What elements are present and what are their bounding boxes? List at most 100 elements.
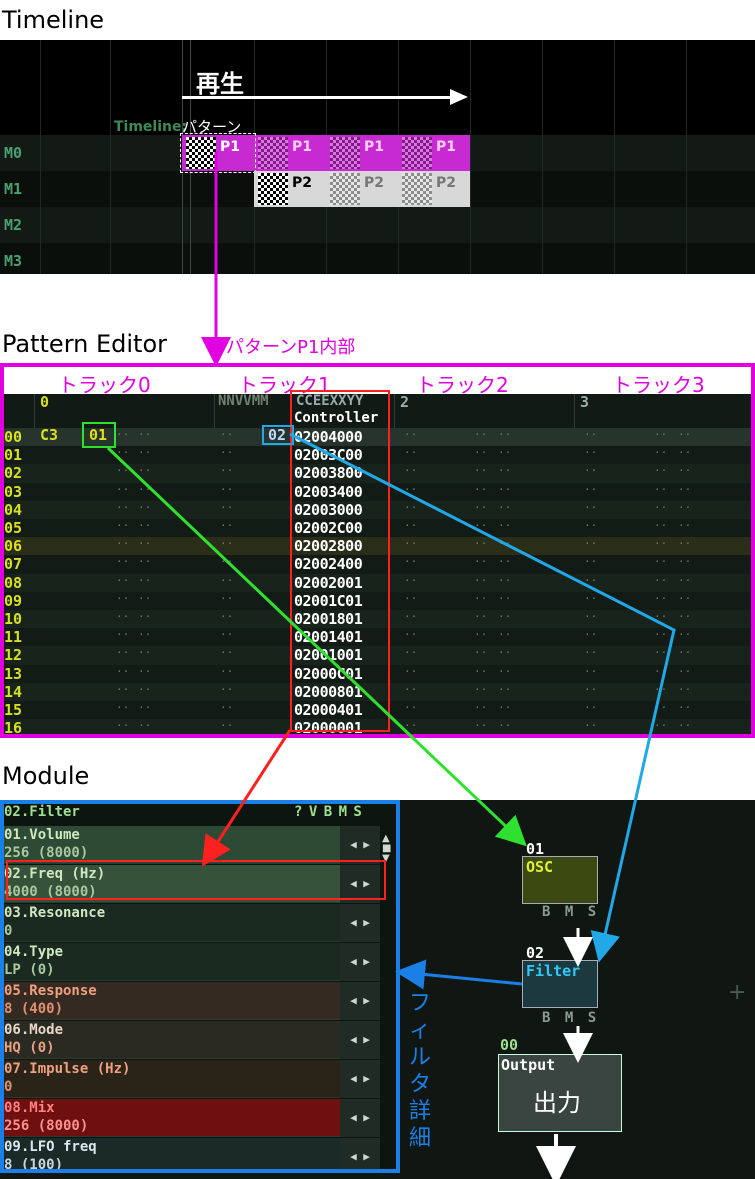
param-stepper-arrows-icon[interactable]: ◀ ▶ <box>340 982 380 1020</box>
filter-bms-buttons[interactable]: B M S <box>542 1010 599 1026</box>
empty-cell-dots: ·· <box>404 464 418 478</box>
param-row[interactable]: 08.Mix 256 (8000) ◀ ▶ <box>4 1099 380 1137</box>
empty-cell-dots: ·· <box>584 555 598 569</box>
empty-cell-dots: ·· <box>498 519 512 532</box>
empty-cell-dots: ·· <box>584 446 598 460</box>
empty-cell-dots: ·· <box>678 428 692 441</box>
empty-cell-dots: ·· <box>138 537 152 551</box>
empty-cell-dots: ·· <box>678 591 692 605</box>
param-row[interactable]: 01.Volume 256 (8000) ◀ ▶ <box>4 826 380 864</box>
clip-p1[interactable]: P1 <box>254 135 326 171</box>
clip-label: P1 <box>364 139 385 155</box>
clip-p2[interactable]: P2 <box>398 171 470 207</box>
empty-cell-dots: ·· <box>654 446 668 460</box>
empty-cell-dots: ·· <box>138 464 152 478</box>
empty-cell-dots: ·· <box>498 701 512 714</box>
module-header-flags[interactable]: ? V B M S <box>294 804 362 820</box>
empty-cell-dots: ·· <box>678 701 692 714</box>
empty-cell-dots: ·· <box>678 573 692 587</box>
param-row[interactable]: 03.Resonance 0 ◀ ▶ <box>4 904 380 942</box>
param-stepper-arrows-icon[interactable]: ◀ ▶ <box>340 1060 380 1098</box>
controller-highlight-box <box>290 390 390 732</box>
empty-cell-dots: ·· <box>138 555 152 569</box>
empty-cell-dots: ·· <box>498 682 512 696</box>
param-name: 06.Mode <box>4 1022 64 1038</box>
output-node[interactable]: Output 出力 <box>498 1054 622 1132</box>
row-number: 04 <box>4 500 23 519</box>
param-row[interactable]: 09.LFO freq 8 (100) ◀ ▶ <box>4 1138 380 1173</box>
empty-cell-dots: ·· <box>220 519 234 532</box>
empty-cell-dots: ·· <box>498 428 512 441</box>
note-cell[interactable]: C3 <box>40 426 58 444</box>
row-number: 12 <box>4 646 23 665</box>
empty-cell-dots: ·· <box>498 646 512 660</box>
empty-cell-dots: ·· <box>654 464 668 478</box>
empty-cell-dots: ·· <box>584 591 598 605</box>
output-node-label: Output <box>501 1056 556 1074</box>
empty-cell-dots: ·· <box>138 646 152 660</box>
filter-param-list[interactable]: 02.Filter ? V B M S 01.Volume 256 (8000) ◀… <box>0 800 400 1173</box>
empty-cell-dots: ·· <box>678 682 692 696</box>
empty-cell-dots: ·· <box>678 446 692 460</box>
param-stepper-arrows-icon[interactable]: ◀ ▶ <box>340 826 380 864</box>
module-panel[interactable]: 02.Filter ? V B M S 01.Volume 256 (8000) ◀… <box>0 800 755 1179</box>
empty-cell-dots: ·· <box>474 482 488 496</box>
pattern-editor-panel[interactable]: トラック0 トラック1 トラック2 トラック3 0 NNVVMM CCEEXXY… <box>0 363 755 738</box>
clip-label: P2 <box>364 175 385 191</box>
param-stepper-arrows-icon[interactable]: ◀ ▶ <box>340 1099 380 1137</box>
col-header-t2: 2 <box>400 393 410 411</box>
param-row[interactable]: 04.Type LP (0) ◀ ▶ <box>4 943 380 981</box>
empty-cell-dots: ·· <box>654 573 668 587</box>
empty-cell-dots: ·· <box>584 646 598 660</box>
empty-cell-dots: ·· <box>404 628 418 642</box>
empty-cell-dots: ·· <box>654 646 668 660</box>
clip-p1[interactable]: P1 <box>398 135 470 171</box>
osc-node[interactable]: OSC <box>522 856 598 904</box>
col-header-t0: 0 <box>40 393 50 411</box>
filter-node[interactable]: Filter <box>522 960 598 1008</box>
empty-cell-dots: ·· <box>404 719 418 733</box>
track-label-m2: M2 <box>4 216 23 234</box>
param-row[interactable]: 07.Impulse (Hz) 0 ◀ ▶ <box>4 1060 380 1098</box>
empty-cell-dots: ·· <box>654 519 668 532</box>
empty-cell-dots: ·· <box>116 591 130 605</box>
param-row[interactable]: 06.Mode HQ (0) ◀ ▶ <box>4 1021 380 1059</box>
empty-cell-dots: ·· <box>138 519 152 532</box>
output-caption: 出力 <box>533 1089 581 1117</box>
empty-cell-dots: ·· <box>404 519 418 532</box>
param-stepper-arrows-icon[interactable]: ◀ ▶ <box>340 943 380 981</box>
param-stepper-arrows-icon[interactable]: ◀ ▶ <box>340 904 380 942</box>
track-label-2: トラック2 <box>416 373 509 397</box>
clip-p1[interactable]: P1 <box>326 135 398 171</box>
param-value: 0 <box>4 1079 13 1095</box>
empty-cell-dots: ·· <box>474 446 488 460</box>
clip-p2[interactable]: P2 <box>254 171 326 207</box>
instrument-cell[interactable]: 01 <box>82 422 116 448</box>
empty-cell-dots: ·· <box>584 464 598 478</box>
track-label-m3: M3 <box>4 252 23 270</box>
empty-cell-dots: ·· <box>404 682 418 696</box>
osc-bms-buttons[interactable]: B M S <box>542 904 599 920</box>
col-header-t3: 3 <box>580 393 590 411</box>
param-stepper-arrows-icon[interactable]: ◀ ▶ <box>340 1021 380 1059</box>
row-number: 05 <box>4 519 23 537</box>
empty-cell-dots: ·· <box>116 719 130 733</box>
param-value: 8 (100) <box>4 1157 64 1173</box>
pattern-thumb-icon <box>258 173 288 205</box>
empty-cell-dots: ·· <box>584 519 598 532</box>
empty-cell-dots: ·· <box>474 591 488 605</box>
controller-module-cell[interactable]: 02 <box>262 425 294 445</box>
empty-cell-dots: ·· <box>220 464 234 478</box>
row-number: 14 <box>4 682 23 701</box>
empty-cell-dots: ·· <box>138 719 152 733</box>
empty-cell-dots: ·· <box>404 500 418 514</box>
clip-p2[interactable]: P2 <box>326 171 398 207</box>
param-stepper-arrows-icon[interactable]: ◀ ▶ <box>340 1138 380 1169</box>
empty-cell-dots: ·· <box>654 628 668 642</box>
empty-cell-dots: ·· <box>654 719 668 733</box>
param-row[interactable]: 05.Response 8 (400) ◀ ▶ <box>4 982 380 1020</box>
clip-label: P2 <box>436 175 457 191</box>
timeline-panel[interactable]: M0 M1 M2 M3 再生 Timeline: パターン P1 P1 P1 P… <box>0 40 755 274</box>
row-number: 06 <box>4 537 23 556</box>
empty-cell-dots: ·· <box>678 519 692 532</box>
